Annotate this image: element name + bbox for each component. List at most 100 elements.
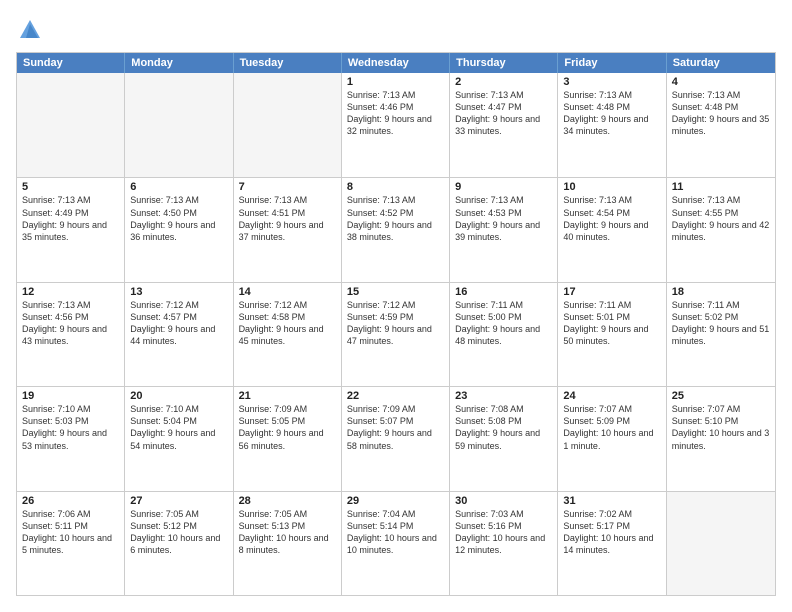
calendar-row-0: 1Sunrise: 7:13 AM Sunset: 4:46 PM Daylig… — [17, 73, 775, 177]
cell-info: Sunrise: 7:13 AM Sunset: 4:47 PM Dayligh… — [455, 89, 552, 138]
calendar-cell: 31Sunrise: 7:02 AM Sunset: 5:17 PM Dayli… — [558, 492, 666, 595]
cell-info: Sunrise: 7:11 AM Sunset: 5:02 PM Dayligh… — [672, 299, 770, 348]
day-number: 6 — [130, 181, 227, 193]
cell-info: Sunrise: 7:13 AM Sunset: 4:51 PM Dayligh… — [239, 194, 336, 243]
header-day-friday: Friday — [558, 53, 666, 73]
cell-info: Sunrise: 7:12 AM Sunset: 4:59 PM Dayligh… — [347, 299, 444, 348]
calendar-cell: 26Sunrise: 7:06 AM Sunset: 5:11 PM Dayli… — [17, 492, 125, 595]
calendar-cell: 29Sunrise: 7:04 AM Sunset: 5:14 PM Dayli… — [342, 492, 450, 595]
calendar-cell: 9Sunrise: 7:13 AM Sunset: 4:53 PM Daylig… — [450, 178, 558, 281]
day-number: 30 — [455, 495, 552, 507]
calendar-cell: 15Sunrise: 7:12 AM Sunset: 4:59 PM Dayli… — [342, 283, 450, 386]
day-number: 25 — [672, 390, 770, 402]
calendar-cell: 27Sunrise: 7:05 AM Sunset: 5:12 PM Dayli… — [125, 492, 233, 595]
calendar-cell: 1Sunrise: 7:13 AM Sunset: 4:46 PM Daylig… — [342, 73, 450, 177]
cell-info: Sunrise: 7:13 AM Sunset: 4:53 PM Dayligh… — [455, 194, 552, 243]
calendar-cell: 30Sunrise: 7:03 AM Sunset: 5:16 PM Dayli… — [450, 492, 558, 595]
calendar-cell: 21Sunrise: 7:09 AM Sunset: 5:05 PM Dayli… — [234, 387, 342, 490]
cell-info: Sunrise: 7:08 AM Sunset: 5:08 PM Dayligh… — [455, 403, 552, 452]
logo-icon — [16, 16, 44, 44]
day-number: 8 — [347, 181, 444, 193]
day-number: 22 — [347, 390, 444, 402]
day-number: 23 — [455, 390, 552, 402]
day-number: 20 — [130, 390, 227, 402]
cell-info: Sunrise: 7:13 AM Sunset: 4:54 PM Dayligh… — [563, 194, 660, 243]
calendar-cell: 7Sunrise: 7:13 AM Sunset: 4:51 PM Daylig… — [234, 178, 342, 281]
cell-info: Sunrise: 7:05 AM Sunset: 5:13 PM Dayligh… — [239, 508, 336, 557]
calendar-cell: 14Sunrise: 7:12 AM Sunset: 4:58 PM Dayli… — [234, 283, 342, 386]
calendar-row-4: 26Sunrise: 7:06 AM Sunset: 5:11 PM Dayli… — [17, 491, 775, 595]
calendar-cell: 24Sunrise: 7:07 AM Sunset: 5:09 PM Dayli… — [558, 387, 666, 490]
cell-info: Sunrise: 7:06 AM Sunset: 5:11 PM Dayligh… — [22, 508, 119, 557]
calendar-cell: 4Sunrise: 7:13 AM Sunset: 4:48 PM Daylig… — [667, 73, 775, 177]
calendar-cell: 17Sunrise: 7:11 AM Sunset: 5:01 PM Dayli… — [558, 283, 666, 386]
cell-info: Sunrise: 7:07 AM Sunset: 5:10 PM Dayligh… — [672, 403, 770, 452]
calendar-header: SundayMondayTuesdayWednesdayThursdayFrid… — [17, 53, 775, 73]
day-number: 21 — [239, 390, 336, 402]
cell-info: Sunrise: 7:10 AM Sunset: 5:04 PM Dayligh… — [130, 403, 227, 452]
day-number: 17 — [563, 286, 660, 298]
day-number: 3 — [563, 76, 660, 88]
day-number: 5 — [22, 181, 119, 193]
day-number: 18 — [672, 286, 770, 298]
day-number: 14 — [239, 286, 336, 298]
cell-info: Sunrise: 7:07 AM Sunset: 5:09 PM Dayligh… — [563, 403, 660, 452]
cell-info: Sunrise: 7:13 AM Sunset: 4:46 PM Dayligh… — [347, 89, 444, 138]
calendar-cell: 3Sunrise: 7:13 AM Sunset: 4:48 PM Daylig… — [558, 73, 666, 177]
header — [16, 16, 776, 44]
logo — [16, 16, 48, 44]
cell-info: Sunrise: 7:13 AM Sunset: 4:48 PM Dayligh… — [672, 89, 770, 138]
header-day-monday: Monday — [125, 53, 233, 73]
day-number: 12 — [22, 286, 119, 298]
calendar-cell: 10Sunrise: 7:13 AM Sunset: 4:54 PM Dayli… — [558, 178, 666, 281]
cell-info: Sunrise: 7:05 AM Sunset: 5:12 PM Dayligh… — [130, 508, 227, 557]
cell-info: Sunrise: 7:03 AM Sunset: 5:16 PM Dayligh… — [455, 508, 552, 557]
header-day-tuesday: Tuesday — [234, 53, 342, 73]
calendar: SundayMondayTuesdayWednesdayThursdayFrid… — [16, 52, 776, 596]
calendar-cell — [17, 73, 125, 177]
calendar-cell: 12Sunrise: 7:13 AM Sunset: 4:56 PM Dayli… — [17, 283, 125, 386]
cell-info: Sunrise: 7:13 AM Sunset: 4:56 PM Dayligh… — [22, 299, 119, 348]
cell-info: Sunrise: 7:09 AM Sunset: 5:07 PM Dayligh… — [347, 403, 444, 452]
day-number: 15 — [347, 286, 444, 298]
day-number: 4 — [672, 76, 770, 88]
calendar-cell: 8Sunrise: 7:13 AM Sunset: 4:52 PM Daylig… — [342, 178, 450, 281]
cell-info: Sunrise: 7:11 AM Sunset: 5:01 PM Dayligh… — [563, 299, 660, 348]
header-day-wednesday: Wednesday — [342, 53, 450, 73]
header-day-thursday: Thursday — [450, 53, 558, 73]
day-number: 27 — [130, 495, 227, 507]
calendar-cell: 13Sunrise: 7:12 AM Sunset: 4:57 PM Dayli… — [125, 283, 233, 386]
cell-info: Sunrise: 7:04 AM Sunset: 5:14 PM Dayligh… — [347, 508, 444, 557]
day-number: 10 — [563, 181, 660, 193]
calendar-cell: 22Sunrise: 7:09 AM Sunset: 5:07 PM Dayli… — [342, 387, 450, 490]
header-day-saturday: Saturday — [667, 53, 775, 73]
day-number: 2 — [455, 76, 552, 88]
calendar-cell: 20Sunrise: 7:10 AM Sunset: 5:04 PM Dayli… — [125, 387, 233, 490]
calendar-cell: 23Sunrise: 7:08 AM Sunset: 5:08 PM Dayli… — [450, 387, 558, 490]
cell-info: Sunrise: 7:13 AM Sunset: 4:52 PM Dayligh… — [347, 194, 444, 243]
day-number: 19 — [22, 390, 119, 402]
calendar-body: 1Sunrise: 7:13 AM Sunset: 4:46 PM Daylig… — [17, 73, 775, 595]
cell-info: Sunrise: 7:02 AM Sunset: 5:17 PM Dayligh… — [563, 508, 660, 557]
day-number: 28 — [239, 495, 336, 507]
calendar-cell: 5Sunrise: 7:13 AM Sunset: 4:49 PM Daylig… — [17, 178, 125, 281]
cell-info: Sunrise: 7:13 AM Sunset: 4:55 PM Dayligh… — [672, 194, 770, 243]
calendar-cell — [234, 73, 342, 177]
calendar-cell: 19Sunrise: 7:10 AM Sunset: 5:03 PM Dayli… — [17, 387, 125, 490]
day-number: 24 — [563, 390, 660, 402]
cell-info: Sunrise: 7:12 AM Sunset: 4:57 PM Dayligh… — [130, 299, 227, 348]
day-number: 13 — [130, 286, 227, 298]
day-number: 16 — [455, 286, 552, 298]
day-number: 1 — [347, 76, 444, 88]
page: SundayMondayTuesdayWednesdayThursdayFrid… — [0, 0, 792, 612]
cell-info: Sunrise: 7:13 AM Sunset: 4:50 PM Dayligh… — [130, 194, 227, 243]
calendar-cell: 18Sunrise: 7:11 AM Sunset: 5:02 PM Dayli… — [667, 283, 775, 386]
day-number: 31 — [563, 495, 660, 507]
calendar-row-1: 5Sunrise: 7:13 AM Sunset: 4:49 PM Daylig… — [17, 177, 775, 281]
day-number: 9 — [455, 181, 552, 193]
cell-info: Sunrise: 7:13 AM Sunset: 4:49 PM Dayligh… — [22, 194, 119, 243]
cell-info: Sunrise: 7:10 AM Sunset: 5:03 PM Dayligh… — [22, 403, 119, 452]
cell-info: Sunrise: 7:13 AM Sunset: 4:48 PM Dayligh… — [563, 89, 660, 138]
header-day-sunday: Sunday — [17, 53, 125, 73]
calendar-cell — [667, 492, 775, 595]
